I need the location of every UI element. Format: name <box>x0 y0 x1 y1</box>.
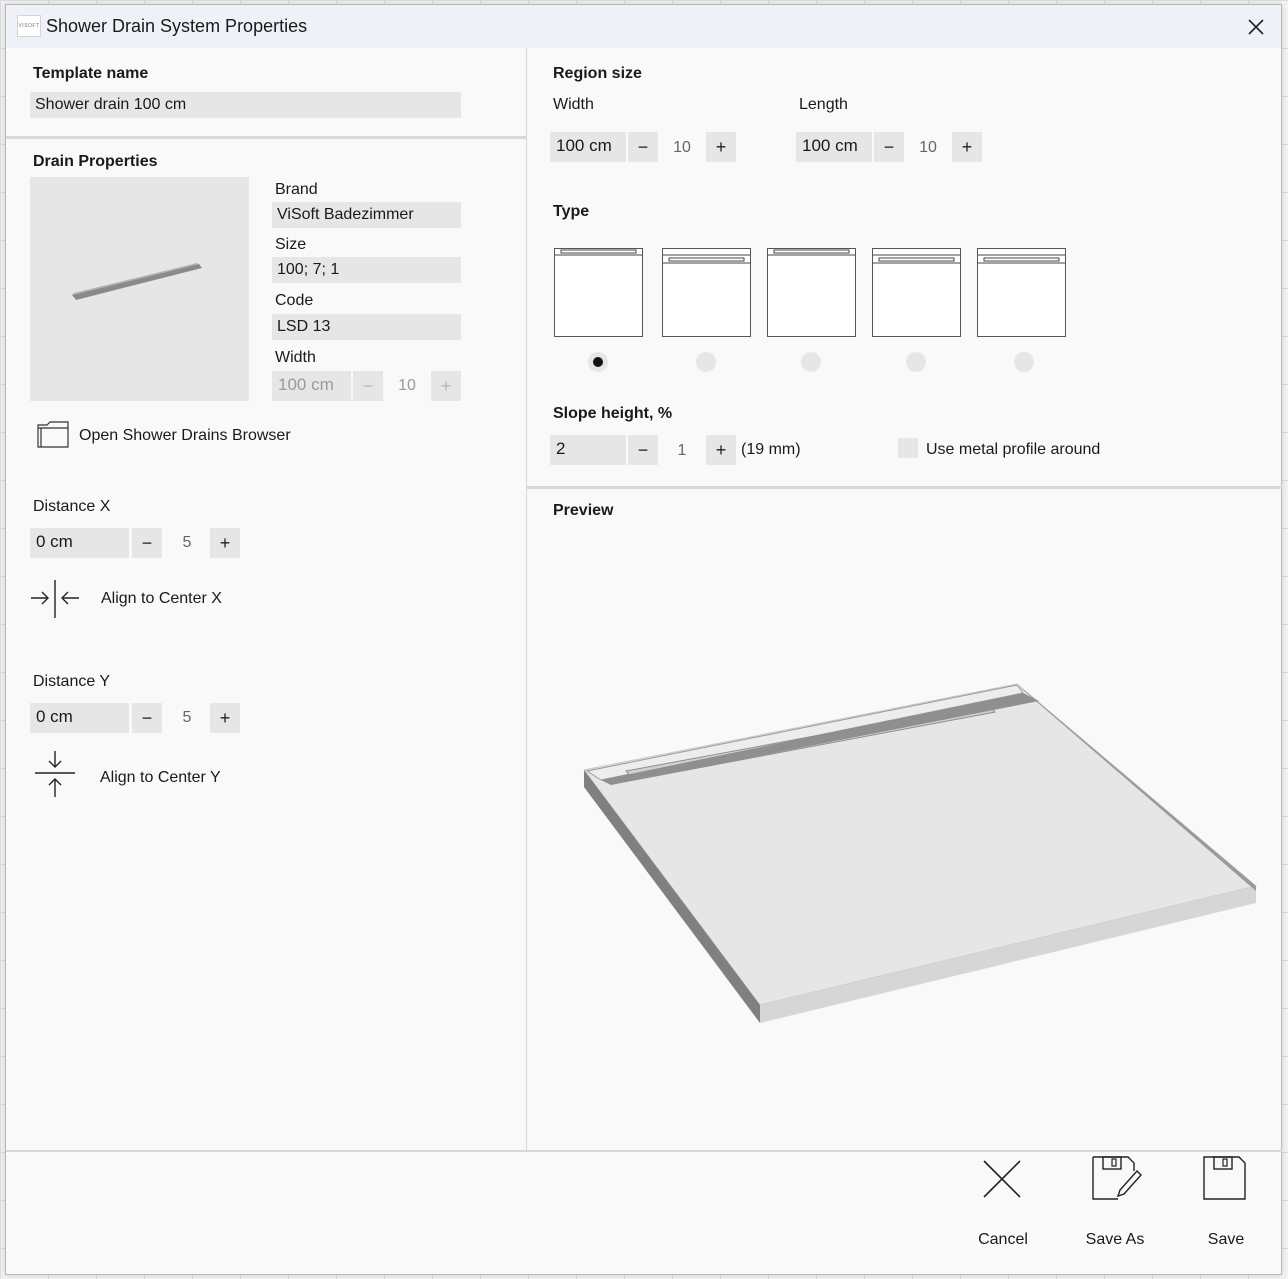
code-field: LSD 13 <box>272 314 461 340</box>
region-length-increment-button[interactable]: + <box>952 132 982 162</box>
save-as-label: Save As <box>1085 1231 1145 1248</box>
divider <box>6 136 526 139</box>
type-option-2[interactable] <box>662 248 751 337</box>
metal-profile-checkbox[interactable] <box>898 438 918 458</box>
metal-profile-label: Use metal profile around <box>926 441 1101 458</box>
type-option-1[interactable] <box>554 248 643 337</box>
distance-y-input[interactable]: 0 cm <box>30 703 129 733</box>
cancel-button[interactable]: Cancel <box>958 1155 1048 1265</box>
open-browser-label: Open Shower Drains Browser <box>79 427 291 444</box>
type-option-3[interactable] <box>767 248 856 337</box>
align-center-x-button[interactable]: Align to Center X <box>29 578 229 620</box>
brand-label: Brand <box>275 181 318 198</box>
distance-x-step: 5 <box>182 534 192 551</box>
drain-width-increment-button[interactable]: + <box>431 371 461 401</box>
region-width-label: Width <box>553 96 594 113</box>
slope-height-increment-button[interactable]: + <box>706 435 736 465</box>
slope-height-heading: Slope height, % <box>553 405 673 422</box>
save-as-button[interactable]: Save As <box>1070 1155 1160 1265</box>
app-logo: VISOFT <box>17 15 41 37</box>
align-center-y-button[interactable]: Align to Center Y <box>33 749 233 799</box>
divider <box>527 486 1282 489</box>
drain-thumbnail <box>30 177 249 401</box>
template-name-heading: Template name <box>33 65 149 82</box>
template-name-input[interactable]: Shower drain 100 cm <box>30 92 461 118</box>
region-width-step: 10 <box>673 139 691 156</box>
dialog-window: VISOFT Shower Drain System Properties Te… <box>5 4 1282 1275</box>
type-option-5[interactable] <box>977 248 1066 337</box>
align-center-y-icon <box>35 751 75 797</box>
distance-y-increment-button[interactable]: + <box>210 703 240 733</box>
align-center-x-icon <box>31 580 79 618</box>
type-option-4[interactable] <box>872 248 961 337</box>
save-label: Save <box>1207 1231 1245 1248</box>
distance-x-label: Distance X <box>33 498 111 515</box>
region-width-input[interactable]: 100 cm <box>550 132 626 162</box>
type-radio-2[interactable] <box>696 352 716 372</box>
close-icon[interactable] <box>1242 13 1270 41</box>
open-shower-drains-browser-button[interactable]: Open Shower Drains Browser <box>36 419 296 449</box>
region-width-decrement-button[interactable]: − <box>628 132 658 162</box>
region-width-increment-button[interactable]: + <box>706 132 736 162</box>
region-length-input[interactable]: 100 cm <box>796 132 872 162</box>
distance-y-decrement-button[interactable]: − <box>132 703 162 733</box>
title-bar: VISOFT Shower Drain System Properties <box>6 5 1281 48</box>
region-length-decrement-button[interactable]: − <box>874 132 904 162</box>
slope-height-step: 1 <box>677 442 687 459</box>
region-length-label: Length <box>799 96 848 113</box>
window-title: Shower Drain System Properties <box>46 16 308 36</box>
save-as-icon <box>1092 1156 1142 1200</box>
drain-image <box>72 263 202 300</box>
type-radio-1[interactable] <box>588 352 608 372</box>
slope-height-input[interactable]: 2 <box>550 435 626 465</box>
type-heading: Type <box>553 203 590 220</box>
type-radio-5[interactable] <box>1014 352 1034 372</box>
preview-heading: Preview <box>553 502 614 519</box>
close-icon <box>983 1160 1021 1198</box>
drain-width-input[interactable]: 100 cm <box>272 371 351 401</box>
drain-width-decrement-button[interactable]: − <box>353 371 383 401</box>
type-radio-4[interactable] <box>906 352 926 372</box>
drain-width-label: Width <box>275 349 316 366</box>
size-field: 100; 7; 1 <box>272 257 461 283</box>
align-center-x-label: Align to Center X <box>101 590 222 607</box>
distance-x-increment-button[interactable]: + <box>210 528 240 558</box>
folder-icon <box>37 421 69 448</box>
slope-mm-text: (19 mm) <box>741 441 801 458</box>
save-button[interactable]: Save <box>1181 1155 1271 1265</box>
distance-y-step: 5 <box>182 709 192 726</box>
distance-x-decrement-button[interactable]: − <box>132 528 162 558</box>
brand-field: ViSoft Badezimmer <box>272 202 461 228</box>
save-icon <box>1203 1156 1246 1200</box>
preview-3d-view <box>583 683 1258 1023</box>
code-label: Code <box>275 292 314 309</box>
align-center-y-label: Align to Center Y <box>100 769 221 786</box>
cancel-label: Cancel <box>978 1231 1028 1248</box>
region-size-heading: Region size <box>553 65 642 82</box>
slope-height-decrement-button[interactable]: − <box>628 435 658 465</box>
size-label: Size <box>275 236 307 253</box>
drain-width-step: 10 <box>398 377 416 394</box>
drain-properties-heading: Drain Properties <box>33 153 158 170</box>
distance-y-label: Distance Y <box>33 673 111 690</box>
region-length-step: 10 <box>919 139 937 156</box>
type-radio-3[interactable] <box>801 352 821 372</box>
distance-x-input[interactable]: 0 cm <box>30 528 129 558</box>
divider <box>6 1150 1282 1152</box>
